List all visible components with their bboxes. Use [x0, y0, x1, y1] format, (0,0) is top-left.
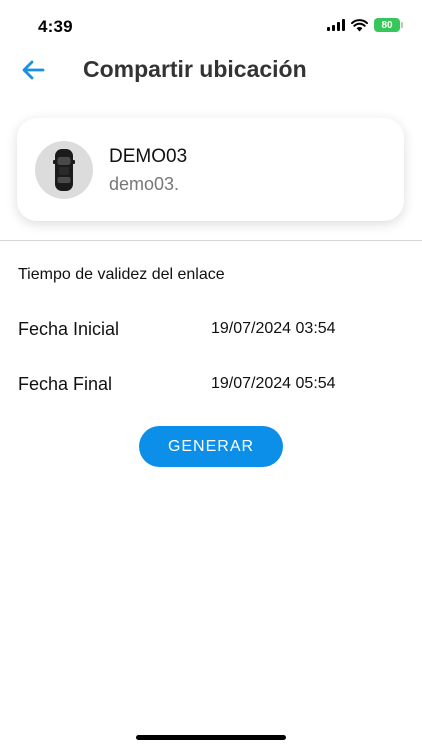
status-time: 4:39	[38, 17, 73, 36]
app-header: Compartir ubicación	[0, 48, 422, 92]
validity-section-title: Tiempo de validez del enlace	[18, 266, 225, 283]
wifi-icon	[351, 18, 368, 31]
end-date-label: Fecha Final	[18, 374, 113, 394]
vehicle-subtitle: demo03.	[109, 174, 180, 194]
status-bar: 4:39 80	[0, 0, 422, 48]
start-date-label: Fecha Inicial	[18, 319, 120, 339]
start-date-value[interactable]: 19/07/2024 03:54	[211, 320, 336, 338]
vehicle-card: DEMO03 demo03.	[17, 118, 404, 221]
vehicle-name: DEMO03	[109, 146, 188, 167]
cellular-signal-icon	[327, 19, 345, 31]
battery-level: 80	[381, 19, 393, 31]
back-button[interactable]	[18, 56, 48, 84]
car-top-view-icon	[53, 149, 75, 191]
generate-button[interactable]: GENERAR	[139, 426, 283, 467]
page-title: Compartir ubicación	[83, 56, 307, 82]
battery-icon: 80	[374, 18, 403, 32]
vehicle-avatar	[35, 141, 93, 199]
divider	[0, 240, 422, 241]
status-icons: 80	[327, 18, 403, 32]
home-indicator	[136, 735, 286, 740]
end-date-value[interactable]: 19/07/2024 05:54	[211, 375, 336, 393]
arrow-left-icon	[22, 60, 45, 80]
